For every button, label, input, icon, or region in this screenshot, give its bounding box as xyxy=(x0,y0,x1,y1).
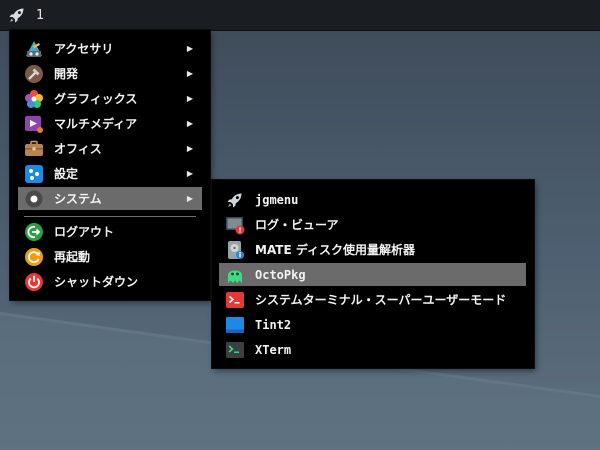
menu-item-settings[interactable]: 設定 ▶ xyxy=(18,162,202,185)
disk-usage-icon xyxy=(224,239,246,261)
main-menu: アクセサリ ▶ 開発 ▶ グラフィックス ▶ マルチメディア ▶ オフィス ▶ … xyxy=(10,30,210,300)
menu-item-multimedia[interactable]: マルチメディア ▶ xyxy=(18,112,202,135)
menu-item-system[interactable]: システム ▶ xyxy=(18,187,202,210)
menu-item-label: シャットダウン xyxy=(54,275,139,289)
menu-item-label: ログアウト xyxy=(54,225,115,239)
multimedia-icon xyxy=(23,113,45,135)
menu-item-logout[interactable]: ログアウト xyxy=(18,220,202,243)
log-viewer-icon xyxy=(224,214,246,236)
root-terminal-icon xyxy=(224,289,246,311)
submenu-item-root-terminal[interactable]: システムターミナル・スーパーユーザーモード xyxy=(219,288,526,311)
menu-item-label: 設定 xyxy=(54,167,79,181)
rocket-icon xyxy=(224,189,246,211)
menu-item-label: アクセサリ xyxy=(54,42,114,56)
submenu-item-octopkg[interactable]: OctoPkg xyxy=(219,263,526,286)
settings-icon xyxy=(23,163,45,185)
menu-item-reboot[interactable]: 再起動 xyxy=(18,245,202,268)
menu-item-development[interactable]: 開発 ▶ xyxy=(18,62,202,85)
submenu-item-label: Tint2 xyxy=(255,317,292,332)
office-icon xyxy=(23,138,45,160)
menu-item-label: 開発 xyxy=(54,67,79,81)
menu-item-label: 再起動 xyxy=(54,250,91,264)
submenu-item-label: XTerm xyxy=(255,342,292,357)
system-icon xyxy=(23,188,45,210)
workspace-indicator[interactable]: 1 xyxy=(36,8,44,23)
accessories-icon xyxy=(23,38,45,60)
system-submenu: jgmenu ログ・ビューア MATE ディスク使用量解析器 OctoPkg シ… xyxy=(212,180,534,368)
development-icon xyxy=(23,63,45,85)
submenu-arrow-icon: ▶ xyxy=(186,194,193,203)
menu-item-label: システム xyxy=(54,192,102,206)
submenu-item-xterm[interactable]: XTerm xyxy=(219,338,526,361)
rocket-icon xyxy=(9,8,24,23)
menu-item-shutdown[interactable]: シャットダウン xyxy=(18,270,202,293)
menu-item-accessories[interactable]: アクセサリ ▶ xyxy=(18,37,202,60)
submenu-item-jgmenu[interactable]: jgmenu xyxy=(219,188,526,211)
submenu-item-label: OctoPkg xyxy=(255,267,306,282)
graphics-icon xyxy=(23,88,45,110)
submenu-item-label: jgmenu xyxy=(255,192,299,207)
octopkg-icon xyxy=(224,264,246,286)
submenu-arrow-icon: ▶ xyxy=(186,169,193,178)
submenu-item-disk-usage[interactable]: MATE ディスク使用量解析器 xyxy=(219,238,526,261)
menu-item-graphics[interactable]: グラフィックス ▶ xyxy=(18,87,202,110)
submenu-arrow-icon: ▶ xyxy=(186,144,193,153)
xterm-icon xyxy=(224,339,246,361)
menu-separator xyxy=(24,216,196,217)
reboot-icon xyxy=(23,246,45,268)
submenu-item-label: システムターミナル・スーパーユーザーモード xyxy=(255,293,507,307)
submenu-item-label: ログ・ビューア xyxy=(255,218,339,232)
taskbar: 1 xyxy=(0,0,600,31)
jgmenu-launcher-button[interactable] xyxy=(4,2,30,28)
menu-item-office[interactable]: オフィス ▶ xyxy=(18,137,202,160)
submenu-item-tint2[interactable]: Tint2 xyxy=(219,313,526,336)
submenu-item-log-viewer[interactable]: ログ・ビューア xyxy=(219,213,526,236)
submenu-item-label: MATE ディスク使用量解析器 xyxy=(255,243,416,257)
submenu-arrow-icon: ▶ xyxy=(186,119,193,128)
submenu-arrow-icon: ▶ xyxy=(186,44,193,53)
shutdown-icon xyxy=(23,271,45,293)
menu-item-label: オフィス xyxy=(54,142,102,156)
menu-item-label: マルチメディア xyxy=(54,117,138,131)
tint2-icon xyxy=(224,314,246,336)
logout-icon xyxy=(23,221,45,243)
submenu-arrow-icon: ▶ xyxy=(186,69,193,78)
menu-item-label: グラフィックス xyxy=(54,92,138,106)
submenu-arrow-icon: ▶ xyxy=(186,94,193,103)
